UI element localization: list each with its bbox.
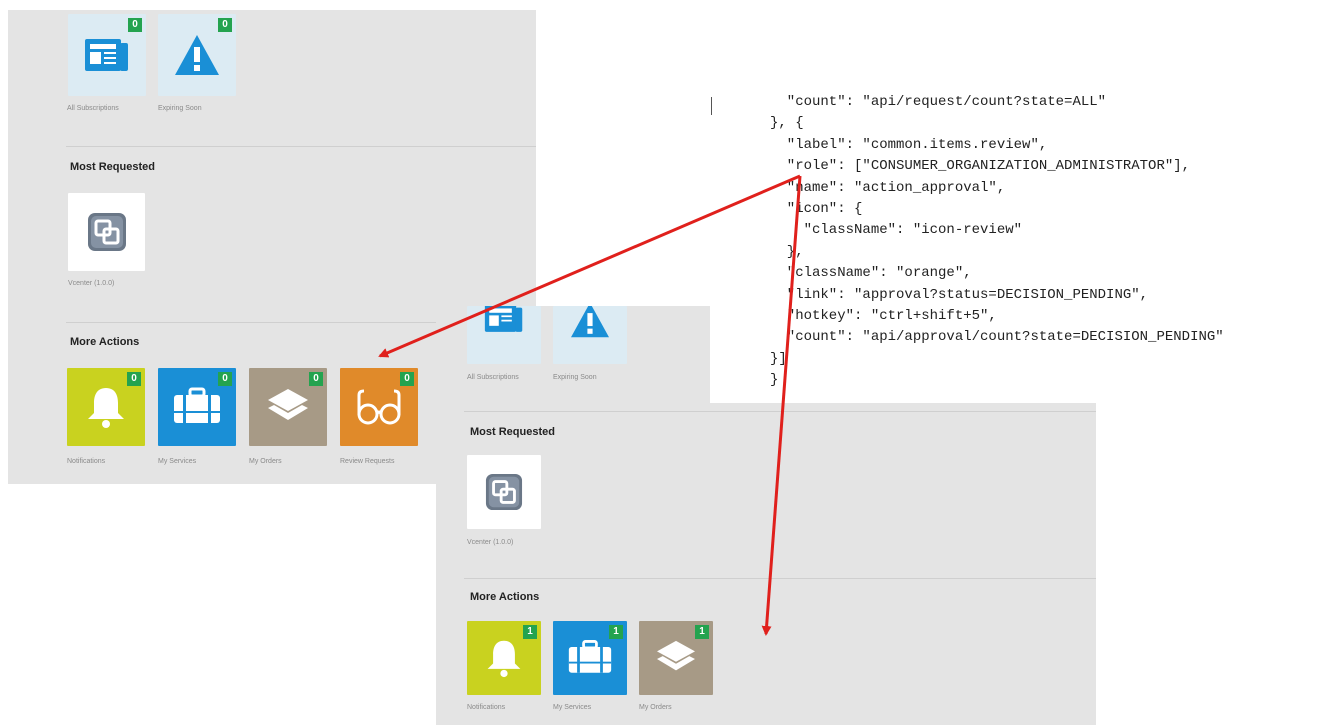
tile-expiring-soon[interactable]: 0: [158, 14, 236, 96]
tile-my-orders[interactable]: 1: [639, 621, 713, 695]
json-config-snippet: "count": "api/request/count?state=ALL"},…: [770, 92, 1224, 392]
code-line: }: [770, 372, 779, 389]
tile-label: Notifications: [467, 704, 506, 711]
tile-label: Review Requests: [340, 458, 395, 465]
tile-all-subscriptions[interactable]: 0: [68, 14, 146, 96]
count-badge: 0: [128, 18, 142, 32]
code-line: "link": "approval?status=DECISION_PENDIN…: [770, 286, 1149, 303]
code-line: },: [770, 243, 804, 260]
section-title-more-actions: More Actions: [470, 591, 540, 603]
section-divider: [66, 146, 536, 147]
code-line: "name": "action_approval",: [770, 179, 1006, 196]
count-badge: 0: [218, 372, 232, 386]
tile-label: My Orders: [639, 704, 672, 711]
count-badge: 0: [218, 18, 232, 32]
count-badge: 1: [523, 625, 537, 639]
tile-label: All Subscriptions: [467, 374, 519, 381]
tile-label: All Subscriptions: [67, 105, 119, 112]
bell-icon: [487, 640, 521, 678]
section-divider: [464, 578, 1096, 579]
count-badge: 1: [609, 625, 623, 639]
section-title-more-actions: More Actions: [70, 336, 140, 348]
warning-icon: [571, 306, 609, 338]
code-line: "role": ["CONSUMER_ORGANIZATION_ADMINIST…: [770, 158, 1191, 175]
layers-icon: [268, 389, 308, 420]
bell-icon: [88, 388, 124, 428]
code-line: }, {: [770, 115, 804, 132]
section-title-most-requested: Most Requested: [70, 161, 155, 173]
code-line: "label": "common.items.review",: [770, 136, 1048, 153]
newspaper-icon: [85, 39, 128, 71]
count-badge: 0: [309, 372, 323, 386]
tile-vcenter[interactable]: [68, 193, 145, 271]
tile-label: My Services: [158, 458, 197, 465]
tile-label: My Orders: [249, 458, 282, 465]
code-line: "className": "icon-review": [770, 222, 1023, 239]
warning-icon: [175, 35, 219, 75]
count-badge: 0: [400, 372, 414, 386]
glasses-icon: [357, 389, 401, 425]
code-line: }]: [770, 350, 787, 367]
section-title-most-requested: Most Requested: [470, 426, 555, 438]
tile-label: Expiring Soon: [553, 374, 597, 381]
code-line: "hotkey": "ctrl+shift+5",: [770, 308, 997, 325]
text-cursor: [711, 97, 712, 115]
tile-my-orders[interactable]: 0: [249, 368, 327, 446]
tile-notifications[interactable]: 1: [467, 621, 541, 695]
count-badge: 0: [127, 372, 141, 386]
tile-notifications[interactable]: 0: [67, 368, 145, 446]
vcenter-icon: [87, 213, 126, 251]
briefcase-icon: [174, 387, 220, 423]
layers-icon: [657, 640, 695, 671]
tile-all-subscriptions[interactable]: [467, 306, 541, 364]
vcenter-icon: [485, 473, 523, 511]
tile-my-services[interactable]: 0: [158, 368, 236, 446]
briefcase-icon: [568, 640, 612, 673]
tile-label: My Services: [553, 704, 592, 711]
newspaper-icon: [484, 306, 523, 332]
code-line: "count": "api/request/count?state=ALL": [770, 94, 1107, 110]
code-line: "count": "api/approval/count?state=DECIS…: [770, 329, 1224, 346]
tile-expiring-soon[interactable]: [553, 306, 627, 364]
tile-label: Notifications: [67, 458, 106, 465]
tile-review-requests[interactable]: 0: [340, 368, 418, 446]
tile-label: Vcenter (1.0.0): [68, 280, 115, 287]
tile-label: Vcenter (1.0.0): [467, 539, 514, 546]
tile-label: Expiring Soon: [158, 105, 202, 112]
code-line: "className": "orange",: [770, 265, 972, 282]
tile-my-services[interactable]: 1: [553, 621, 627, 695]
count-badge: 1: [695, 625, 709, 639]
code-line: "icon": {: [770, 201, 863, 218]
tile-vcenter[interactable]: [467, 455, 541, 529]
section-divider: [464, 411, 1096, 412]
